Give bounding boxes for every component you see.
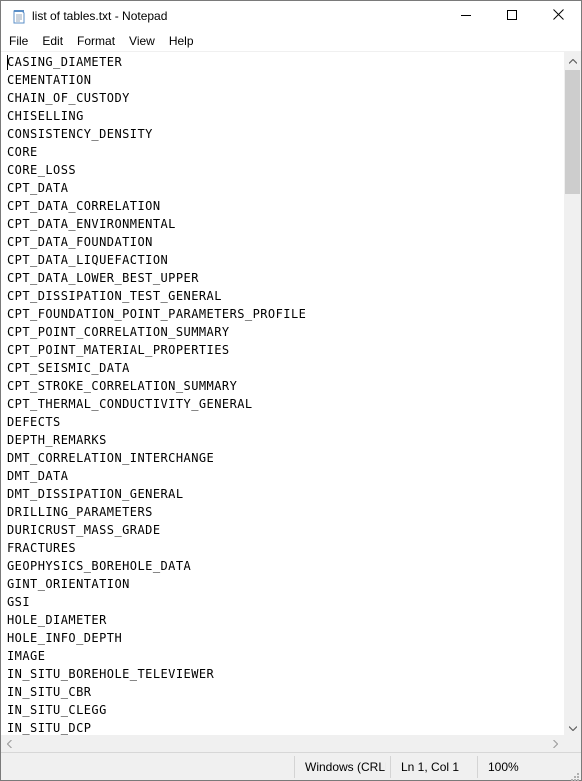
status-divider (390, 756, 391, 778)
maximize-button[interactable] (489, 1, 535, 31)
menu-bar: File Edit Format View Help (1, 31, 581, 51)
line-ending-status: Windows (CRLF) (305, 760, 386, 774)
text-line: CPT_DATA_CORRELATION (7, 199, 161, 213)
text-line: GSI (7, 595, 31, 609)
minimize-icon (461, 7, 471, 25)
text-line: CPT_STROKE_CORRELATION_SUMMARY (7, 379, 238, 393)
text-line: CASING_DIAMETER (7, 55, 123, 69)
text-line: HOLE_DIAMETER (7, 613, 107, 627)
text-line: CPT_POINT_MATERIAL_PROPERTIES (7, 343, 230, 357)
text-line: CPT_DATA (7, 181, 69, 195)
text-line: CEMENTATION (7, 73, 92, 87)
text-line: GEOPHYSICS_BOREHOLE_DATA (7, 559, 192, 573)
notepad-window: list of tables.txt - Notepad File Edit F… (0, 0, 582, 781)
chevron-down-icon (568, 718, 577, 736)
text-line: IN_SITU_CBR (7, 685, 92, 699)
text-line: CPT_POINT_CORRELATION_SUMMARY (7, 325, 230, 339)
menu-format[interactable]: Format (70, 31, 122, 51)
status-bar: Windows (CRLF) Ln 1, Col 1 100% (1, 752, 581, 781)
scrollbar-corner (564, 735, 581, 752)
text-line: DEFECTS (7, 415, 61, 429)
text-lines: CASING_DIAMETER CEMENTATION CHAIN_OF_CUSTO… (7, 53, 306, 735)
text-line: DMT_DISSIPATION_GENERAL (7, 487, 184, 501)
close-icon (552, 7, 564, 25)
text-line: CONSISTENCY_DENSITY (7, 127, 153, 141)
scroll-left-button[interactable] (1, 735, 18, 752)
text-line: GINT_ORIENTATION (7, 577, 130, 591)
close-button[interactable] (535, 1, 581, 31)
text-line: CPT_SEISMIC_DATA (7, 361, 130, 375)
text-line: IN_SITU_DCP (7, 721, 92, 735)
menu-help[interactable]: Help (162, 31, 201, 51)
text-line: FRACTURES (7, 541, 77, 555)
scroll-down-button[interactable] (564, 718, 581, 735)
text-line: DURICRUST_MASS_GRADE (7, 523, 161, 537)
text-line: CHAIN_OF_CUSTODY (7, 91, 130, 105)
text-line: HOLE_INFO_DEPTH (7, 631, 123, 645)
text-line: DRILLING_PARAMETERS (7, 505, 153, 519)
maximize-icon (507, 7, 517, 25)
text-line: CPT_DATA_LOWER_BEST_UPPER (7, 271, 199, 285)
chevron-up-icon (568, 51, 577, 69)
text-caret (7, 55, 8, 70)
status-divider (294, 756, 295, 778)
horizontal-scrollbar[interactable] (1, 735, 564, 752)
menu-edit[interactable]: Edit (35, 31, 70, 51)
title-bar[interactable]: list of tables.txt - Notepad (1, 1, 581, 31)
window-title: list of tables.txt - Notepad (32, 9, 168, 23)
cursor-position-status: Ln 1, Col 1 (401, 760, 460, 774)
status-divider (477, 756, 478, 778)
text-line: DMT_CORRELATION_INTERCHANGE (7, 451, 215, 465)
resize-grip-icon[interactable] (569, 768, 579, 781)
text-line: CPT_THERMAL_CONDUCTIVITY_GENERAL (7, 397, 253, 411)
text-line: IN_SITU_CLEGG (7, 703, 107, 717)
text-line: IMAGE (7, 649, 46, 663)
zoom-status: 100% (488, 760, 519, 774)
text-line: CPT_DATA_LIQUEFACTION (7, 253, 169, 267)
notepad-icon (12, 9, 26, 24)
scroll-up-button[interactable] (564, 51, 581, 68)
minimize-button[interactable] (443, 1, 489, 31)
text-editor[interactable]: CASING_DIAMETER CEMENTATION CHAIN_OF_CUSTO… (1, 51, 564, 735)
text-line: CPT_DATA_FOUNDATION (7, 235, 153, 249)
chevron-right-icon (553, 735, 559, 753)
text-line: DMT_DATA (7, 469, 69, 483)
menu-view[interactable]: View (122, 31, 162, 51)
scroll-right-button[interactable] (547, 735, 564, 752)
text-line: CORE (7, 145, 38, 159)
menu-file[interactable]: File (1, 31, 35, 51)
text-line: IN_SITU_BOREHOLE_TELEVIEWER (7, 667, 215, 681)
text-line: CORE_LOSS (7, 163, 77, 177)
text-line: CPT_DATA_ENVIRONMENTAL (7, 217, 176, 231)
text-line: CPT_FOUNDATION_POINT_PARAMETERS_PROFILE (7, 307, 307, 321)
vertical-scrollbar[interactable] (564, 51, 581, 735)
text-line: CPT_DISSIPATION_TEST_GENERAL (7, 289, 222, 303)
chevron-left-icon (6, 735, 12, 753)
text-line: DEPTH_REMARKS (7, 433, 107, 447)
text-line: CHISELLING (7, 109, 84, 123)
vertical-scroll-thumb[interactable] (565, 70, 580, 194)
